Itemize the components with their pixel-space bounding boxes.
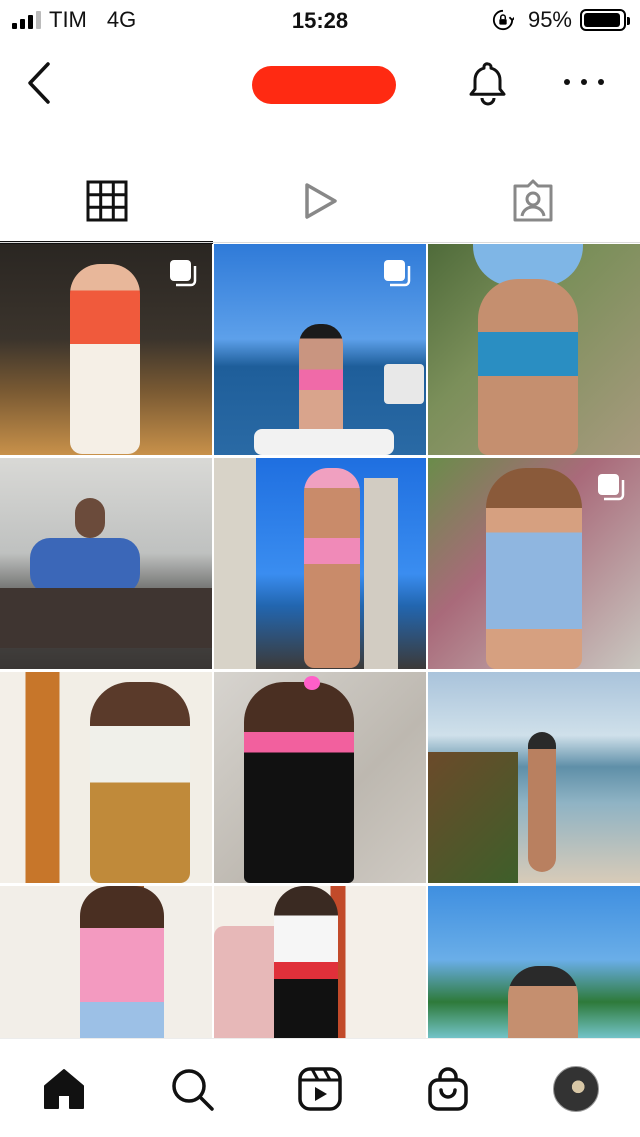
- nav-home[interactable]: [40, 1065, 88, 1113]
- more-dot-icon: [564, 79, 570, 85]
- post-thumbnail[interactable]: [428, 886, 640, 1038]
- battery-icon: [580, 9, 630, 31]
- profile-tabs: [0, 160, 640, 244]
- post-thumbnail[interactable]: [0, 672, 212, 883]
- reels-icon: [298, 1067, 342, 1111]
- nav-reels[interactable]: [296, 1065, 344, 1113]
- post-thumbnail[interactable]: [214, 244, 426, 455]
- photo-grid: [0, 244, 640, 1038]
- shop-icon: [428, 1067, 468, 1111]
- tagged-person-icon: [513, 179, 552, 222]
- rotation-lock-icon: [492, 9, 514, 31]
- multiple-photos-icon: [598, 474, 625, 501]
- post-thumbnail[interactable]: [428, 244, 640, 455]
- more-dot-icon: [598, 79, 604, 85]
- reels-play-icon: [304, 183, 337, 219]
- profile-avatar: [553, 1066, 599, 1112]
- post-thumbnail[interactable]: [428, 672, 640, 883]
- back-icon[interactable]: [20, 58, 60, 108]
- post-thumbnail[interactable]: [0, 886, 212, 1038]
- post-thumbnail[interactable]: [0, 244, 212, 455]
- post-thumbnail[interactable]: [428, 458, 640, 669]
- tab-reels[interactable]: [213, 160, 426, 242]
- redacted-username: [252, 66, 396, 104]
- post-thumbnail[interactable]: [0, 458, 212, 669]
- tab-divider: [0, 242, 640, 243]
- status-right: 95%: [492, 7, 630, 32]
- post-thumbnail[interactable]: [214, 886, 426, 1038]
- nav-shop[interactable]: [424, 1065, 472, 1113]
- tab-grid[interactable]: [0, 160, 213, 244]
- multiple-photos-icon: [170, 260, 197, 287]
- bottom-navigation: [0, 1038, 640, 1137]
- multiple-photos-icon: [384, 260, 411, 287]
- more-options-button[interactable]: [564, 70, 604, 94]
- more-dot-icon: [581, 79, 587, 85]
- battery-percent: 95%: [527, 7, 572, 32]
- search-icon: [172, 1069, 214, 1111]
- home-icon: [44, 1069, 84, 1109]
- bell-icon[interactable]: [466, 58, 510, 108]
- post-thumbnail[interactable]: [214, 458, 426, 669]
- grid-icon: [86, 180, 127, 222]
- post-thumbnail[interactable]: [214, 672, 426, 883]
- profile-header: [0, 40, 640, 130]
- status-bar: TIM 4G 15:28 95%: [0, 0, 640, 40]
- nav-search[interactable]: [168, 1065, 216, 1113]
- nav-profile[interactable]: [552, 1065, 600, 1113]
- tab-tagged[interactable]: [426, 160, 639, 242]
